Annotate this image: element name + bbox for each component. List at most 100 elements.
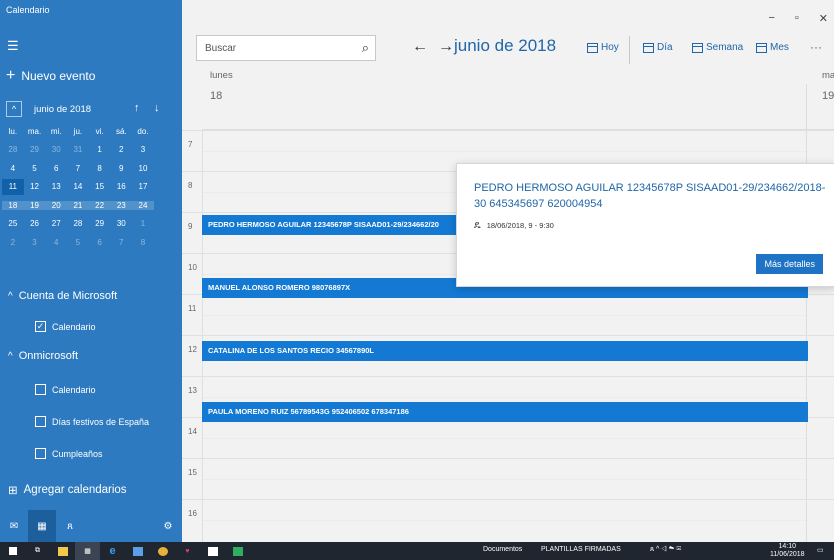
- day-view-button[interactable]: Día: [643, 42, 673, 53]
- day-cell[interactable]: 2: [2, 238, 24, 247]
- day-cell[interactable]: 3: [132, 145, 154, 154]
- calendar-event[interactable]: PEDRO HERMOSO AGUILAR 12345678P SISAAD01…: [202, 215, 460, 235]
- day-cell[interactable]: 14: [67, 182, 89, 191]
- mail-icon[interactable]: ✉: [0, 510, 28, 542]
- day-cell[interactable]: 29: [24, 145, 46, 154]
- chrome-icon[interactable]: [150, 542, 175, 560]
- day-header-number[interactable]: 18: [210, 90, 222, 102]
- day-cell[interactable]: 7: [110, 238, 132, 247]
- day-cell[interactable]: 25: [2, 219, 24, 228]
- hamburger-menu-icon[interactable]: ☰: [7, 38, 19, 54]
- minimize-icon[interactable]: −: [768, 12, 774, 25]
- day-cell[interactable]: 17: [132, 182, 154, 191]
- calendar-app-taskbar-icon[interactable]: ▦: [75, 542, 100, 560]
- day-cell[interactable]: 16: [110, 182, 132, 191]
- day-cell[interactable]: 7: [67, 164, 89, 173]
- day-cell[interactable]: 1: [89, 145, 111, 154]
- settings-gear-icon[interactable]: ⚙: [154, 510, 182, 542]
- day-cell[interactable]: 22: [88, 200, 111, 210]
- day-cell[interactable]: 5: [67, 238, 89, 247]
- document-app-icon[interactable]: [125, 542, 150, 560]
- calendar-toggle-calendario-onmicrosoft[interactable]: Calendario: [35, 384, 96, 395]
- next-arrow-icon[interactable]: →: [438, 38, 454, 56]
- day-cell[interactable]: 31: [67, 145, 89, 154]
- calendar-toggle-festivos[interactable]: Días festivos de España: [35, 416, 149, 427]
- day-cell[interactable]: 4: [45, 238, 67, 247]
- notifications-icon[interactable]: ▭: [817, 546, 824, 554]
- day-cell[interactable]: 1: [132, 219, 154, 228]
- day-cell[interactable]: 10: [132, 164, 154, 173]
- week-view-button[interactable]: Semana: [692, 42, 743, 53]
- day-cell[interactable]: 8: [132, 238, 154, 247]
- day-cell[interactable]: 28: [67, 219, 89, 228]
- day-cell[interactable]: 19: [23, 200, 46, 210]
- maximize-icon[interactable]: ▫: [795, 12, 799, 25]
- hour-row[interactable]: 15: [182, 458, 834, 499]
- more-details-button[interactable]: Más detalles: [756, 254, 823, 274]
- section-microsoft-account[interactable]: ^ Cuenta de Microsoft: [8, 290, 117, 302]
- next-day-header-number[interactable]: 19: [822, 90, 834, 102]
- spreadsheet-app-icon[interactable]: [225, 542, 250, 560]
- day-cell[interactable]: 30: [110, 219, 132, 228]
- today-button[interactable]: Hoy: [587, 42, 619, 53]
- day-cell[interactable]: 12: [24, 182, 46, 191]
- day-cell[interactable]: 30: [45, 145, 67, 154]
- hour-row[interactable]: 14: [182, 417, 834, 458]
- new-event-button[interactable]: + Nuevo evento: [6, 68, 95, 84]
- previous-arrow-icon[interactable]: ←: [412, 38, 428, 56]
- search-icon[interactable]: ⌕: [362, 40, 369, 56]
- calendar-toggle-calendario[interactable]: ✓ Calendario: [35, 321, 96, 332]
- month-view-button[interactable]: Mes: [756, 42, 789, 53]
- day-cell[interactable]: 26: [24, 219, 46, 228]
- calendar-icon[interactable]: ▦: [28, 510, 56, 542]
- day-cell[interactable]: 20: [45, 200, 68, 210]
- day-cell[interactable]: 8: [89, 164, 111, 173]
- documents-toolbar[interactable]: Documentos: [483, 546, 522, 553]
- file-explorer-icon[interactable]: [50, 542, 75, 560]
- next-month-arrow-icon[interactable]: ↓: [154, 102, 160, 114]
- day-cell[interactable]: 13: [45, 182, 67, 191]
- day-cell[interactable]: 28: [2, 145, 24, 154]
- edge-browser-icon[interactable]: e: [100, 542, 125, 560]
- search-input[interactable]: Buscar ⌕: [196, 35, 376, 61]
- clock[interactable]: 14:10 11/06/2018: [770, 543, 805, 559]
- day-cell-selected[interactable]: 18: [2, 200, 24, 210]
- day-cell[interactable]: 4: [2, 164, 24, 173]
- day-cell[interactable]: 6: [89, 238, 111, 247]
- calendar-event[interactable]: PAULA MORENO RUIZ 56789543G 952406502 67…: [202, 402, 808, 422]
- checkbox-checked-icon[interactable]: ✓: [35, 321, 46, 332]
- previous-month-arrow-icon[interactable]: ↑: [134, 102, 140, 114]
- day-cell[interactable]: 27: [45, 219, 67, 228]
- collapse-chevron-icon[interactable]: ^: [6, 101, 22, 117]
- day-cell[interactable]: 29: [89, 219, 111, 228]
- day-cell[interactable]: 9: [110, 164, 132, 173]
- section-onmicrosoft[interactable]: ^ Onmicrosoft: [8, 350, 78, 362]
- day-cell[interactable]: 21: [67, 200, 89, 210]
- day-cell[interactable]: 15: [89, 182, 111, 191]
- month-title[interactable]: junio de 2018: [454, 36, 556, 56]
- terminal-app-icon[interactable]: [200, 542, 225, 560]
- day-cell-today[interactable]: 11: [2, 178, 24, 195]
- calendar-event[interactable]: CATALINA DE LOS SANTOS RECIO 34567890L: [202, 341, 808, 361]
- day-cell[interactable]: 5: [24, 164, 46, 173]
- close-icon[interactable]: ✕: [819, 12, 828, 25]
- day-cell[interactable]: 6: [45, 164, 67, 173]
- mini-calendar-month[interactable]: junio de 2018: [34, 104, 91, 115]
- day-cell[interactable]: 3: [24, 238, 46, 247]
- checkbox-icon[interactable]: [35, 384, 46, 395]
- day-cell[interactable]: 23: [110, 200, 133, 210]
- checkbox-icon[interactable]: [35, 416, 46, 427]
- more-options-icon[interactable]: ···: [810, 40, 822, 54]
- folder-toolbar[interactable]: PLANTILLAS FIRMADAS: [541, 546, 621, 553]
- hour-row[interactable]: 11: [182, 294, 834, 335]
- map-pin-app-icon[interactable]: ♥: [175, 542, 200, 560]
- windows-start-icon[interactable]: [0, 542, 25, 560]
- add-calendars-button[interactable]: ⊞ Agregar calendarios: [8, 483, 127, 497]
- day-cell[interactable]: 2: [110, 145, 132, 154]
- system-tray-icons[interactable]: ጸ ^ ◁ ☁ ✉: [650, 546, 681, 554]
- hour-row[interactable]: 16: [182, 499, 834, 540]
- day-cell[interactable]: 24: [132, 200, 154, 210]
- task-view-icon[interactable]: ⧉: [25, 542, 50, 560]
- checkbox-icon[interactable]: [35, 448, 46, 459]
- calendar-toggle-cumpleanos[interactable]: Cumpleaños: [35, 448, 103, 459]
